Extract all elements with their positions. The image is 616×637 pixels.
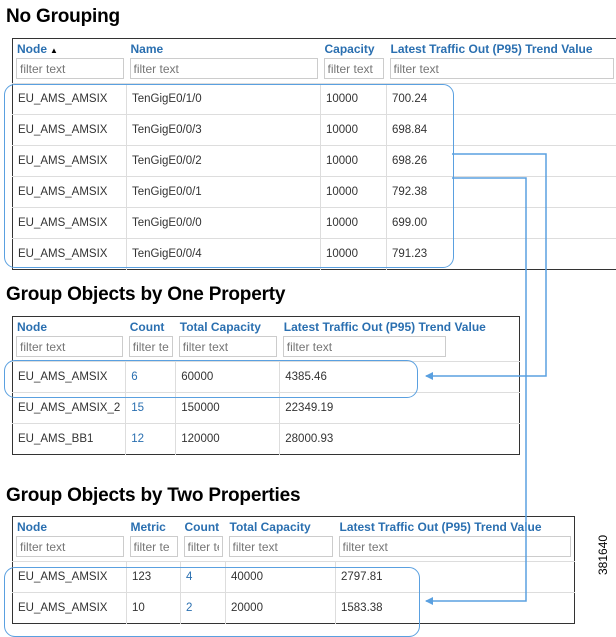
arrow-to-group-one [426,154,546,376]
arrow-to-group-two [426,178,526,601]
figure-id: 381640 [596,535,610,575]
connector-arrows [0,0,616,630]
